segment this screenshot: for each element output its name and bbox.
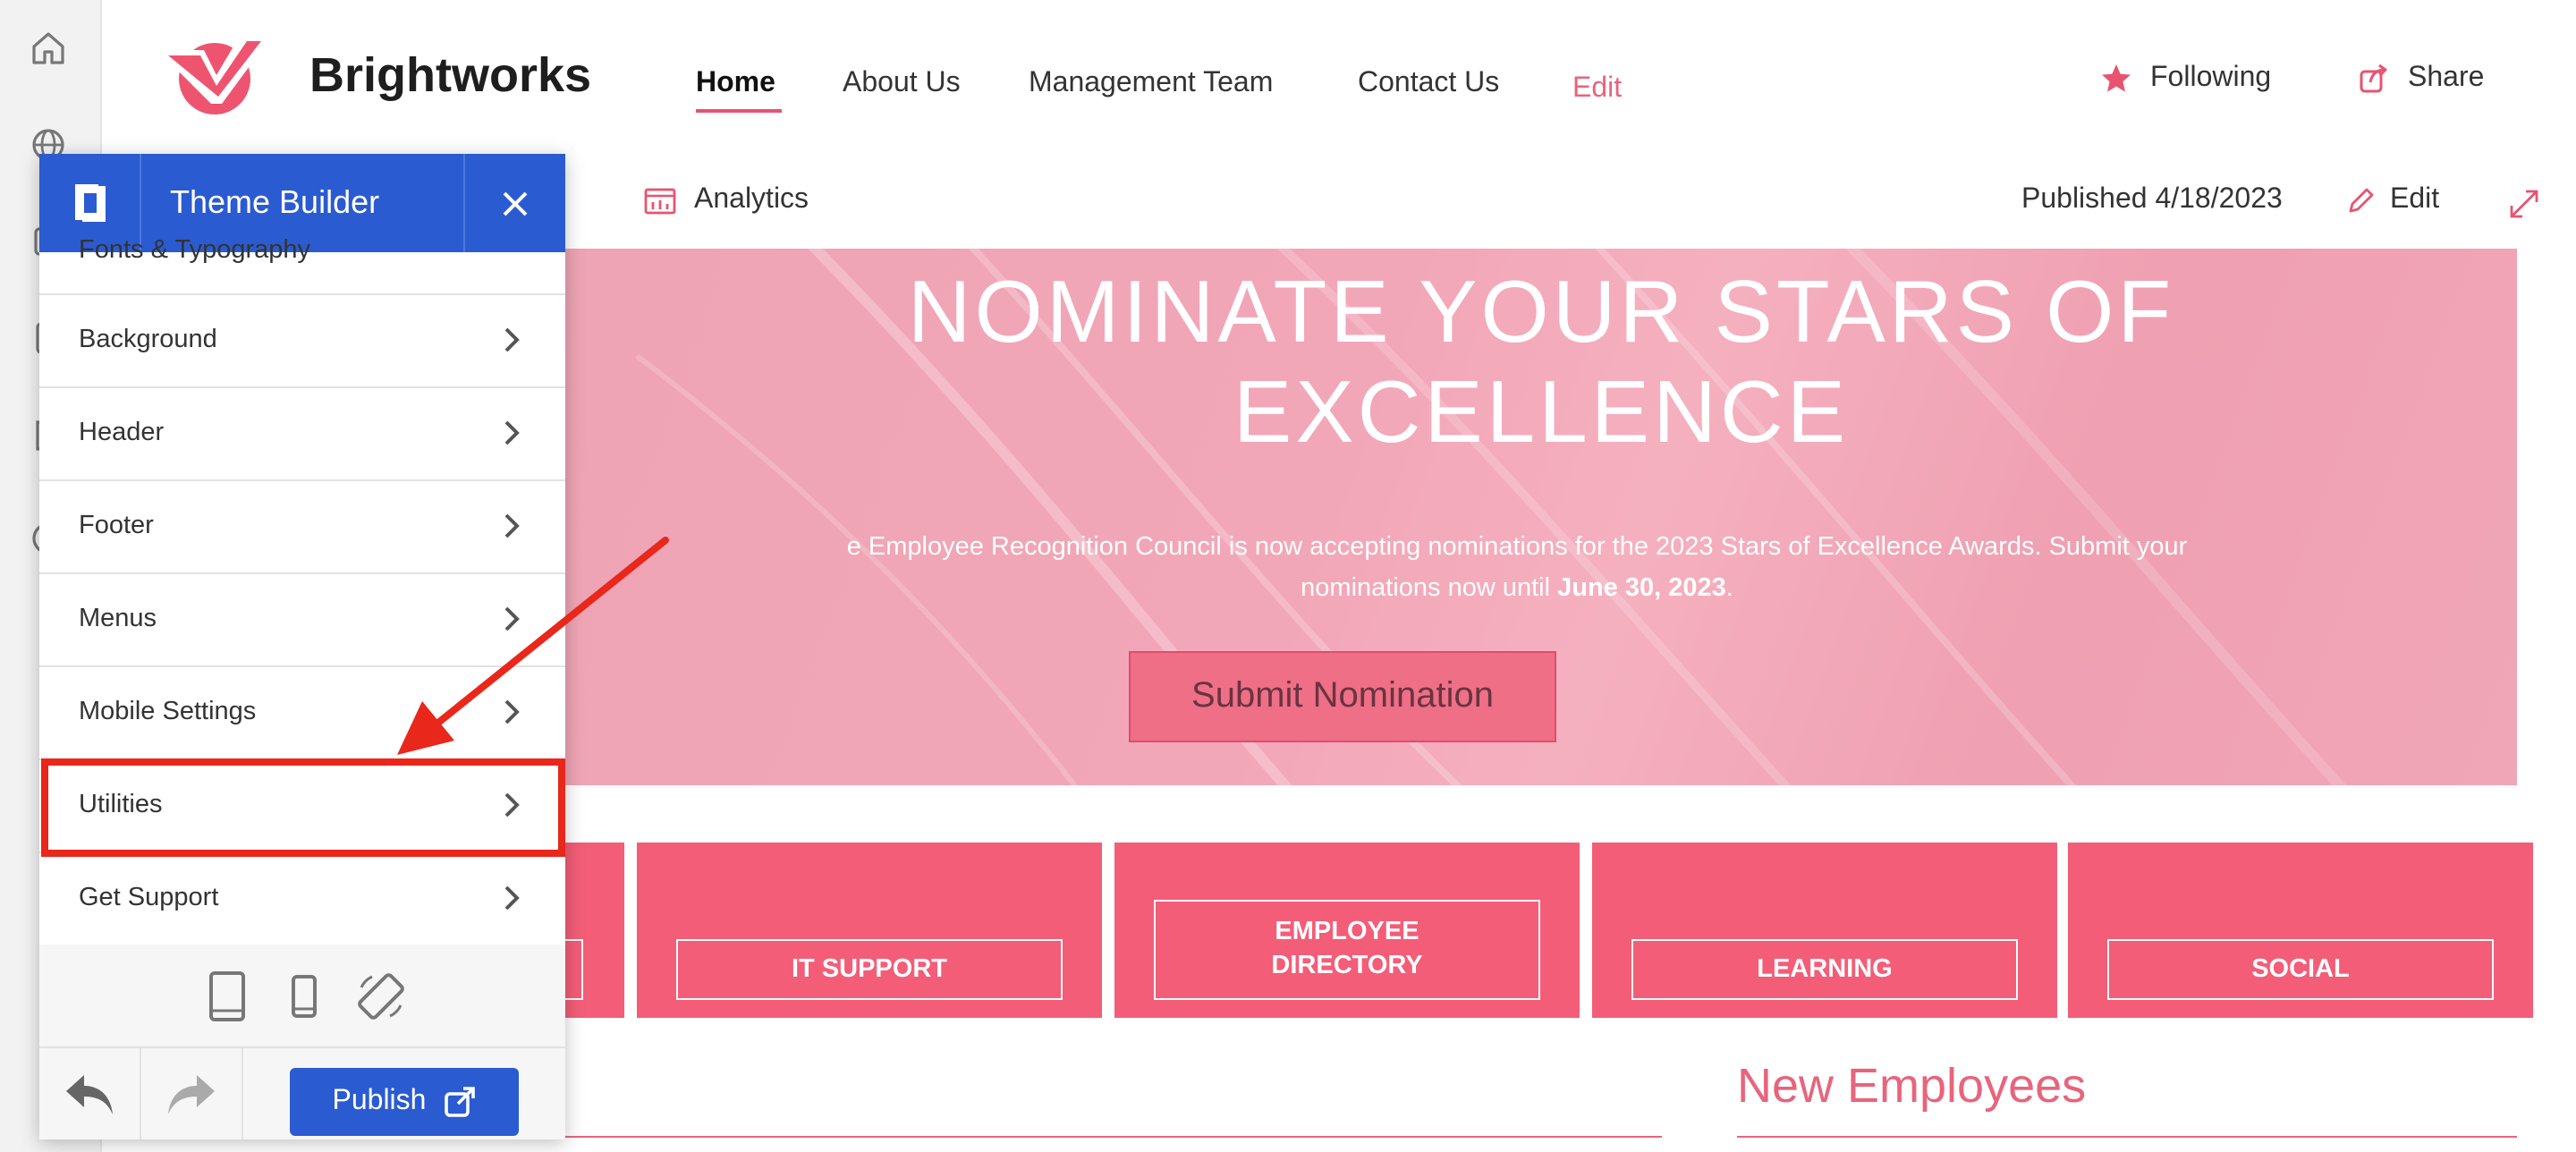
app-stage: Brightworks Home About Us Management Tea… xyxy=(0,0,2576,1152)
hero-deadline: June 30, 2023 xyxy=(1557,574,1726,603)
menu-item-label: Background xyxy=(79,326,217,354)
chevron-right-icon xyxy=(504,885,520,911)
section-divider-right xyxy=(1737,1136,2517,1138)
menu-item-background[interactable]: Background xyxy=(39,295,565,388)
section-divider-left xyxy=(537,1136,1662,1138)
share-label: Share xyxy=(2408,63,2485,93)
redo-icon xyxy=(168,1075,215,1114)
chevron-right-icon xyxy=(504,327,520,352)
tile-social[interactable]: SOCIAL xyxy=(2068,843,2533,1018)
tile-employee-directory-line-1: EMPLOYEE xyxy=(1275,918,1419,946)
menu-item-label: Menus xyxy=(79,605,157,633)
page-edit-button[interactable]: Edit xyxy=(2347,184,2439,216)
following-label: Following xyxy=(2150,63,2272,93)
theme-builder-title: Theme Builder xyxy=(170,184,380,220)
close-icon[interactable] xyxy=(463,154,565,252)
undo-button[interactable] xyxy=(39,1048,141,1139)
following-button[interactable]: Following xyxy=(2100,63,2271,95)
redo-button[interactable] xyxy=(141,1048,243,1139)
tile-learning-label: LEARNING xyxy=(1631,939,2018,1000)
annotation-arrow-icon xyxy=(397,537,669,755)
utilities-highlight-box xyxy=(41,758,565,857)
new-employees-heading: New Employees xyxy=(1737,1059,2087,1113)
tile-employee-directory[interactable]: EMPLOYEE DIRECTORY xyxy=(1114,843,1580,1018)
home-icon[interactable] xyxy=(29,29,68,68)
menu-item-label: Footer xyxy=(79,512,154,540)
phone-icon[interactable] xyxy=(288,973,320,1020)
hero-title-line-1: NOMINATE YOUR STARS OF xyxy=(907,265,2175,361)
chevron-right-icon xyxy=(504,420,520,445)
hero-description: e Employee Recognition Council is now ac… xyxy=(565,528,2517,610)
tile-social-label: SOCIAL xyxy=(2107,939,2494,1000)
expand-icon[interactable] xyxy=(2508,188,2540,220)
hero-description-line-2: nominations now until June 30, 2023. xyxy=(565,569,2517,610)
brand-logo-icon[interactable] xyxy=(157,32,272,118)
hero-title: NOMINATE YOUR STARS OF EXCELLENCE xyxy=(565,249,2517,465)
device-preview-bar xyxy=(39,944,565,1048)
nav-item-about-us[interactable]: About Us xyxy=(843,68,961,100)
menu-item-label: Get Support xyxy=(79,884,219,912)
tile-employee-directory-line-2: DIRECTORY xyxy=(1271,952,1423,980)
submit-nomination-button[interactable]: Submit Nomination xyxy=(1129,651,1556,742)
theme-builder-footer: Publish xyxy=(39,1048,565,1139)
menu-item-header[interactable]: Header xyxy=(39,388,565,481)
hero-banner: NOMINATE YOUR STARS OF EXCELLENCE e Empl… xyxy=(565,249,2517,785)
nav-item-home[interactable]: Home xyxy=(696,68,775,100)
analytics-icon xyxy=(644,188,676,215)
publish-button[interactable]: Publish xyxy=(290,1068,519,1136)
hero-description-line-1: e Employee Recognition Council is now ac… xyxy=(846,533,2188,562)
menu-item-label: Header xyxy=(79,419,165,447)
tile-employee-directory-label: EMPLOYEE DIRECTORY xyxy=(1154,900,1540,1000)
hero-description-period: . xyxy=(1725,574,1733,603)
page-edit-label: Edit xyxy=(2390,184,2440,215)
star-icon xyxy=(2102,64,2131,92)
tablet-icon[interactable] xyxy=(206,970,249,1023)
hero-description-text: nominations now until xyxy=(1301,574,1558,603)
nav-item-contact-us[interactable]: Contact Us xyxy=(1358,68,1499,100)
menu-item-label: Mobile Settings xyxy=(79,698,257,726)
tile-learning[interactable]: LEARNING xyxy=(1592,843,2057,1018)
share-button[interactable]: Share xyxy=(2358,63,2484,95)
nav-edit-link[interactable]: Edit xyxy=(1572,73,1622,106)
undo-icon xyxy=(66,1075,113,1114)
pencil-icon xyxy=(2349,188,2374,213)
nav-item-management-team[interactable]: Management Team xyxy=(1029,68,1273,100)
tab-analytics[interactable]: Analytics xyxy=(644,184,809,216)
external-link-icon xyxy=(445,1087,476,1117)
menu-item-fonts-typography[interactable]: Fonts & Typography xyxy=(39,236,565,295)
menu-item-label: Fonts & Typography xyxy=(79,236,311,265)
share-icon xyxy=(2360,64,2387,93)
menu-item-get-support[interactable]: Get Support xyxy=(39,853,565,946)
brand-name[interactable]: Brightworks xyxy=(309,48,591,104)
tile-it-support[interactable]: IT SUPPORT xyxy=(637,843,1102,1018)
hero-title-line-2: EXCELLENCE xyxy=(1233,365,1850,462)
rotate-icon[interactable] xyxy=(354,970,408,1023)
tile-it-support-label: IT SUPPORT xyxy=(676,939,1063,1000)
nav-active-underline xyxy=(696,109,782,113)
published-date: Published 4/18/2023 xyxy=(2021,184,2283,215)
analytics-label: Analytics xyxy=(694,184,809,215)
publish-label: Publish xyxy=(332,1086,427,1116)
